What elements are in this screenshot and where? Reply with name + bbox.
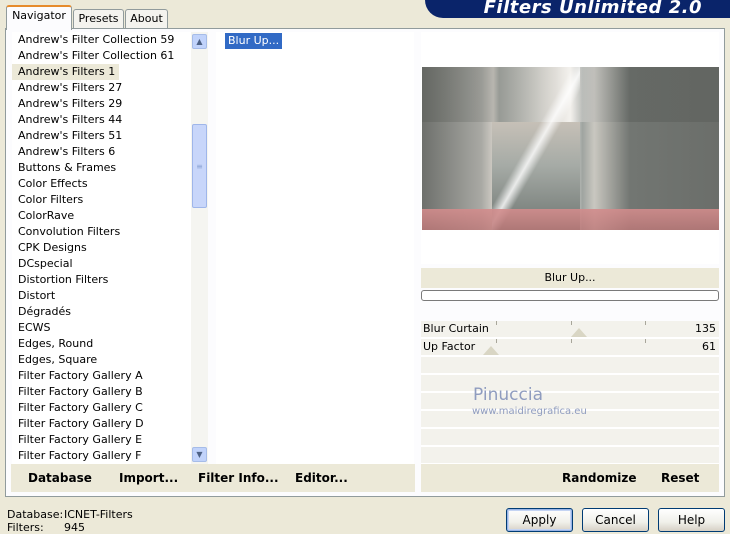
status-database-label: Database: xyxy=(7,508,64,521)
watermark-url: www.maidiregrafica.eu xyxy=(472,406,587,417)
watermark-name: Pinuccia xyxy=(473,385,543,405)
list-item[interactable]: Filter Factory Gallery D xyxy=(12,416,207,432)
status-filters-value: 945 xyxy=(64,521,85,534)
status-database-value: ICNET-Filters xyxy=(64,508,133,521)
slider-thumb[interactable] xyxy=(483,346,499,355)
slider-label: Up Factor xyxy=(423,340,476,353)
slider-thumb[interactable] xyxy=(571,328,587,337)
list-item[interactable]: ColorRave xyxy=(12,208,207,224)
randomize-button[interactable]: Randomize xyxy=(562,471,636,485)
list-item[interactable]: DCspecial xyxy=(12,256,207,272)
filter-list[interactable]: Blur Up... xyxy=(216,32,414,464)
list-item[interactable]: Edges, Round xyxy=(12,336,207,352)
status-filters-label: Filters: xyxy=(7,521,44,534)
list-item[interactable]: Andrew's Filter Collection 59 xyxy=(12,32,207,48)
reset-button[interactable]: Reset xyxy=(661,471,699,485)
category-scrollbar[interactable]: ▲ ≡ ▼ xyxy=(191,32,208,464)
tab-presets[interactable]: Presets xyxy=(73,9,124,29)
list-item[interactable]: Dégradés xyxy=(12,304,207,320)
list-item[interactable]: Distort xyxy=(12,288,207,304)
empty-control-row xyxy=(421,429,719,446)
list-item[interactable]: Filter Factory Gallery A xyxy=(12,368,207,384)
list-item[interactable]: Color Filters xyxy=(12,192,207,208)
slider-value: 135 xyxy=(695,322,716,335)
right-button-bar: Randomize Reset xyxy=(421,464,719,492)
database-button[interactable]: Database xyxy=(28,471,92,485)
controls-area: Blur Curtain 135 Up Factor 61 xyxy=(421,321,719,464)
scroll-up-button[interactable]: ▲ xyxy=(192,34,207,49)
list-item[interactable]: Distortion Filters xyxy=(12,272,207,288)
list-item[interactable]: Filter Factory Gallery B xyxy=(12,384,207,400)
current-filter-name: Blur Up... xyxy=(421,268,719,288)
left-button-bar: Database Import... Filter Info... Editor… xyxy=(11,464,415,492)
app-title: Filters Unlimited 2.0 xyxy=(483,0,702,18)
preview-image xyxy=(422,67,719,230)
list-item[interactable]: Convolution Filters xyxy=(12,224,207,240)
status-info: Database:ICNET-Filters Filters: 945 xyxy=(7,508,133,534)
tab-about[interactable]: About xyxy=(125,9,168,29)
slider-value: 61 xyxy=(702,340,716,353)
apply-button[interactable]: Apply xyxy=(506,508,573,532)
scroll-thumb[interactable]: ≡ xyxy=(192,124,207,208)
tab-navigator[interactable]: Navigator xyxy=(6,5,72,30)
list-item[interactable]: Buttons & Frames xyxy=(12,160,207,176)
filter-item-blur-up[interactable]: Blur Up... xyxy=(225,33,283,49)
help-button[interactable]: Help xyxy=(658,508,725,532)
empty-control-row xyxy=(421,375,719,392)
list-item[interactable]: Filter Factory Gallery E xyxy=(12,432,207,448)
category-list[interactable]: Andrew's Filter Collection 59 Andrew's Fi… xyxy=(12,32,207,464)
list-item[interactable]: Color Effects xyxy=(12,176,207,192)
scroll-down-button[interactable]: ▼ xyxy=(192,447,207,462)
list-item[interactable]: Andrew's Filters 51 xyxy=(12,128,207,144)
list-item[interactable]: Andrew's Filters 1 xyxy=(12,64,120,80)
list-item[interactable]: ECWS xyxy=(12,320,207,336)
empty-control-row xyxy=(421,447,719,464)
app-banner: Filters Unlimited 2.0 xyxy=(425,0,730,18)
list-item[interactable]: Andrew's Filters 29 xyxy=(12,96,207,112)
filter-info-button[interactable]: Filter Info... xyxy=(198,471,279,485)
cancel-button[interactable]: Cancel xyxy=(582,508,649,532)
list-item[interactable]: Filter Factory Gallery C xyxy=(12,400,207,416)
empty-control-row xyxy=(421,357,719,374)
progress-bar xyxy=(421,290,719,301)
list-item[interactable]: CPK Designs xyxy=(12,240,207,256)
slider-up-factor[interactable]: Up Factor 61 xyxy=(421,339,719,356)
preview-area xyxy=(421,32,719,264)
list-item[interactable]: Andrew's Filters 27 xyxy=(12,80,207,96)
slider-blur-curtain[interactable]: Blur Curtain 135 xyxy=(421,321,719,338)
slider-label: Blur Curtain xyxy=(423,322,489,335)
list-item[interactable]: Andrew's Filters 6 xyxy=(12,144,207,160)
list-item[interactable]: Andrew's Filter Collection 61 xyxy=(12,48,207,64)
list-item[interactable]: Edges, Square xyxy=(12,352,207,368)
list-item[interactable]: Andrew's Filters 44 xyxy=(12,112,207,128)
list-item[interactable]: Filter Factory Gallery F xyxy=(12,448,207,464)
import-button[interactable]: Import... xyxy=(119,471,178,485)
editor-button[interactable]: Editor... xyxy=(295,471,348,485)
